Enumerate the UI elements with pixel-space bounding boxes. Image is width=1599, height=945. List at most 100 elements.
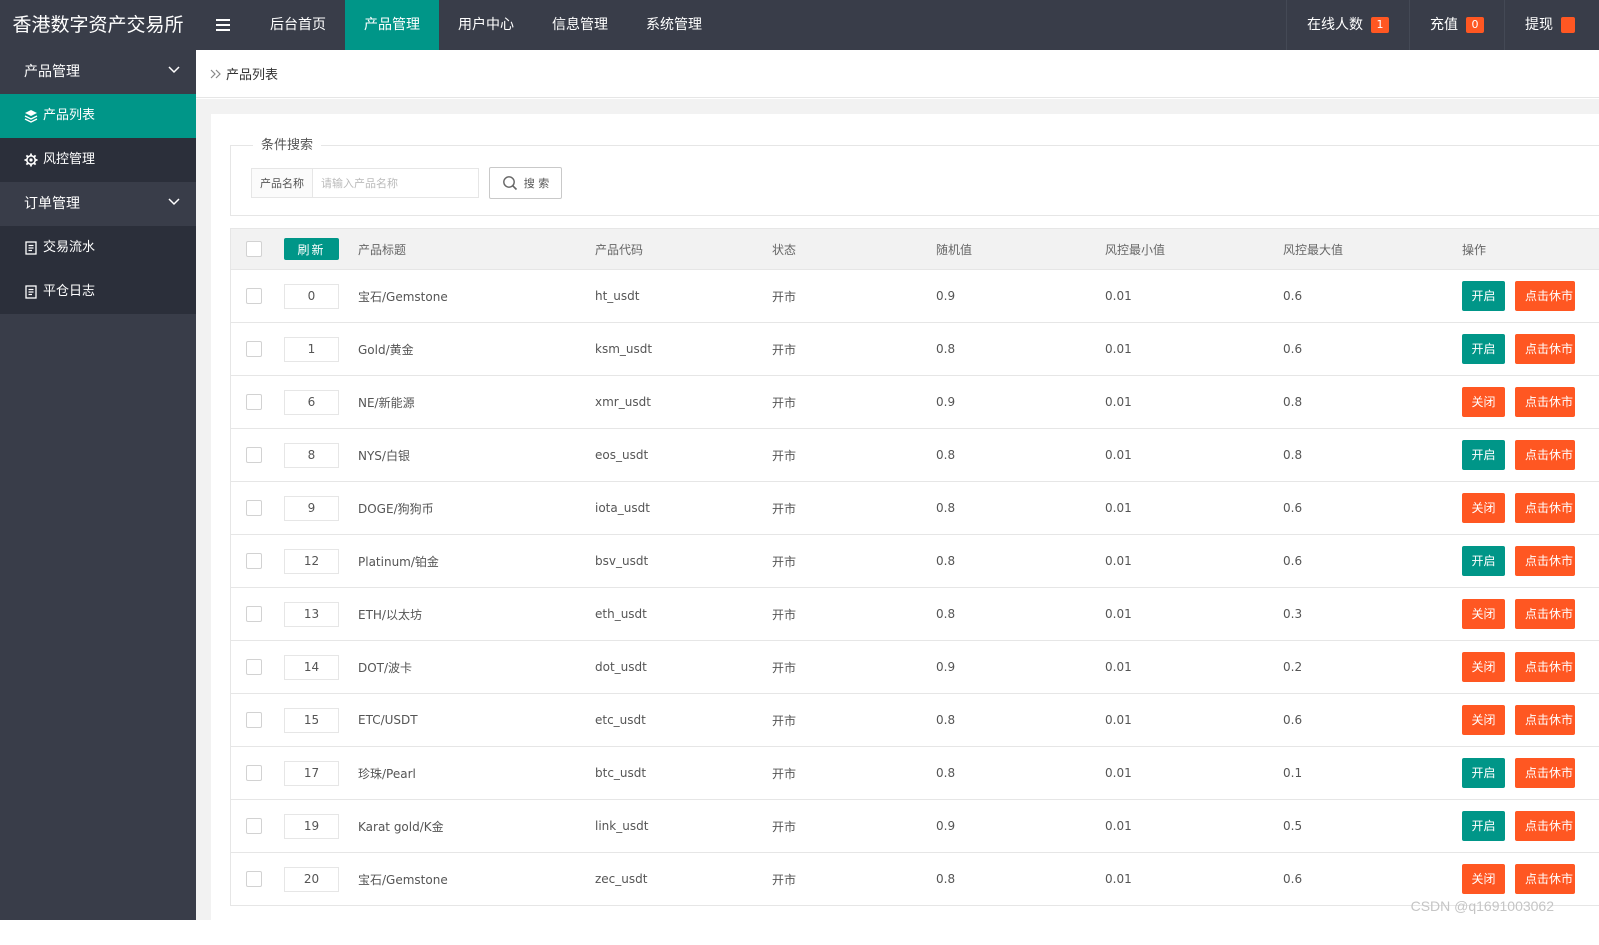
toggle-button[interactable]: 开启 xyxy=(1462,811,1505,841)
search-button[interactable]: 搜 索 xyxy=(489,167,562,199)
toggle-button[interactable]: 关闭 xyxy=(1462,652,1505,682)
random-value: 0.9 xyxy=(936,289,956,303)
nav-item-products[interactable]: 产品管理 xyxy=(345,0,439,50)
product-title: DOGE/狗狗币 xyxy=(358,501,434,516)
sort-order-input[interactable] xyxy=(284,442,339,468)
sidebar-item-risk-control[interactable]: 风控管理 xyxy=(0,138,196,182)
sidebar-item-transactions[interactable]: 交易流水 xyxy=(0,226,196,270)
row-checkbox[interactable] xyxy=(246,500,262,516)
row-checkbox[interactable] xyxy=(246,818,262,834)
risk-min-value: 0.01 xyxy=(1105,501,1132,515)
row-checkbox[interactable] xyxy=(246,712,262,728)
toggle-button[interactable]: 开启 xyxy=(1462,281,1505,311)
select-all-checkbox[interactable] xyxy=(246,241,262,257)
product-title: NE/新能源 xyxy=(358,395,415,410)
close-market-button[interactable]: 点击休市 xyxy=(1515,864,1575,894)
product-code: ksm_usdt xyxy=(595,342,653,356)
product-name-input[interactable] xyxy=(313,168,479,198)
product-code: xmr_usdt xyxy=(595,395,651,409)
sidebar-item-close-log[interactable]: 平仓日志 xyxy=(0,270,196,314)
row-checkbox[interactable] xyxy=(246,871,262,887)
toggle-button[interactable]: 开启 xyxy=(1462,440,1505,470)
close-market-button[interactable]: 点击休市 xyxy=(1515,705,1575,735)
sort-order-input[interactable] xyxy=(284,654,339,680)
market-status: 开市 xyxy=(772,766,797,781)
refresh-button[interactable]: 刷新 xyxy=(284,238,339,260)
row-checkbox[interactable] xyxy=(246,659,262,675)
close-market-button[interactable]: 点击休市 xyxy=(1515,493,1575,523)
sort-order-input[interactable] xyxy=(284,336,339,362)
withdraw-link[interactable]: 提现 xyxy=(1504,0,1599,50)
close-market-button[interactable]: 点击休市 xyxy=(1515,652,1575,682)
close-market-button[interactable]: 点击休市 xyxy=(1515,440,1575,470)
row-checkbox-cell xyxy=(246,853,262,905)
nav-item-info[interactable]: 信息管理 xyxy=(533,0,627,50)
recharge-link[interactable]: 充值 0 xyxy=(1409,0,1504,50)
sort-order-input[interactable] xyxy=(284,707,339,733)
table-row: 珍珠/Pearl btc_usdt 开市 0.8 0.01 0.1 开启 点击休… xyxy=(230,747,1599,800)
close-market-button[interactable]: 点击休市 xyxy=(1515,387,1575,417)
row-checkbox[interactable] xyxy=(246,765,262,781)
sidebar-group-orders[interactable]: 订单管理 xyxy=(0,182,196,226)
table-row: ETC/USDT etc_usdt 开市 0.8 0.01 0.6 关闭 点击休… xyxy=(230,694,1599,747)
random-value: 0.8 xyxy=(936,713,956,727)
sort-order-input[interactable] xyxy=(284,389,339,415)
row-checkbox[interactable] xyxy=(246,394,262,410)
close-market-button[interactable]: 点击休市 xyxy=(1515,281,1575,311)
close-market-button[interactable]: 点击休市 xyxy=(1515,546,1575,576)
product-table: 刷新 产品标题 产品代码 状态 随机值 风控最小值 风控最大值 操作 宝石/Ge… xyxy=(230,228,1599,906)
row-checkbox[interactable] xyxy=(246,341,262,357)
market-status: 开市 xyxy=(772,342,797,357)
breadcrumb-current[interactable]: 产品列表 xyxy=(226,64,278,83)
product-title: Gold/黄金 xyxy=(358,342,414,357)
toggle-button[interactable]: 关闭 xyxy=(1462,864,1505,894)
row-checkbox-cell xyxy=(246,747,262,799)
sort-order-input[interactable] xyxy=(284,866,339,892)
close-market-button[interactable]: 点击休市 xyxy=(1515,758,1575,788)
sidebar-item-label: 平仓日志 xyxy=(43,284,96,299)
random-value: 0.8 xyxy=(936,872,956,886)
row-checkbox[interactable] xyxy=(246,553,262,569)
nav-item-home[interactable]: 后台首页 xyxy=(251,0,345,50)
toggle-button[interactable]: 关闭 xyxy=(1462,493,1505,523)
search-row: 产品名称 搜 索 xyxy=(251,167,562,199)
online-users-link[interactable]: 在线人数 1 xyxy=(1286,0,1409,50)
row-checkbox-cell xyxy=(246,482,262,534)
risk-min-value: 0.01 xyxy=(1105,607,1132,621)
product-title: ETC/USDT xyxy=(358,713,418,727)
sort-order-input[interactable] xyxy=(284,283,339,309)
nav-item-users[interactable]: 用户中心 xyxy=(439,0,533,50)
table-row: Gold/黄金 ksm_usdt 开市 0.8 0.01 0.6 开启 点击休市 xyxy=(230,323,1599,376)
document-icon xyxy=(25,285,37,299)
row-checkbox[interactable] xyxy=(246,606,262,622)
market-status: 开市 xyxy=(772,660,797,675)
sidebar-item-product-list[interactable]: 产品列表 xyxy=(0,94,196,138)
product-title: 宝石/Gemstone xyxy=(358,289,448,304)
sort-order-input[interactable] xyxy=(284,548,339,574)
refresh-cell: 刷新 xyxy=(284,229,339,269)
row-checkbox[interactable] xyxy=(246,288,262,304)
toggle-button[interactable]: 关闭 xyxy=(1462,387,1505,417)
toggle-button[interactable]: 开启 xyxy=(1462,546,1505,576)
search-icon xyxy=(502,176,517,191)
row-checkbox[interactable] xyxy=(246,447,262,463)
sort-order-input[interactable] xyxy=(284,760,339,786)
recharge-label: 充值 xyxy=(1430,17,1458,33)
toggle-button[interactable]: 开启 xyxy=(1462,758,1505,788)
random-value: 0.8 xyxy=(936,448,956,462)
close-market-button[interactable]: 点击休市 xyxy=(1515,811,1575,841)
toggle-button[interactable]: 关闭 xyxy=(1462,599,1505,629)
nav-item-system[interactable]: 系统管理 xyxy=(627,0,721,50)
risk-min-value: 0.01 xyxy=(1105,713,1132,727)
toggle-button[interactable]: 关闭 xyxy=(1462,705,1505,735)
sort-cell xyxy=(284,429,339,481)
close-market-button[interactable]: 点击休市 xyxy=(1515,599,1575,629)
sidebar-group-products[interactable]: 产品管理 xyxy=(0,50,196,94)
sort-order-input[interactable] xyxy=(284,601,339,627)
online-users-badge: 1 xyxy=(1371,17,1389,33)
sort-order-input[interactable] xyxy=(284,813,339,839)
menu-toggle-icon[interactable] xyxy=(200,0,246,50)
close-market-button[interactable]: 点击休市 xyxy=(1515,334,1575,364)
toggle-button[interactable]: 开启 xyxy=(1462,334,1505,364)
sort-order-input[interactable] xyxy=(284,495,339,521)
